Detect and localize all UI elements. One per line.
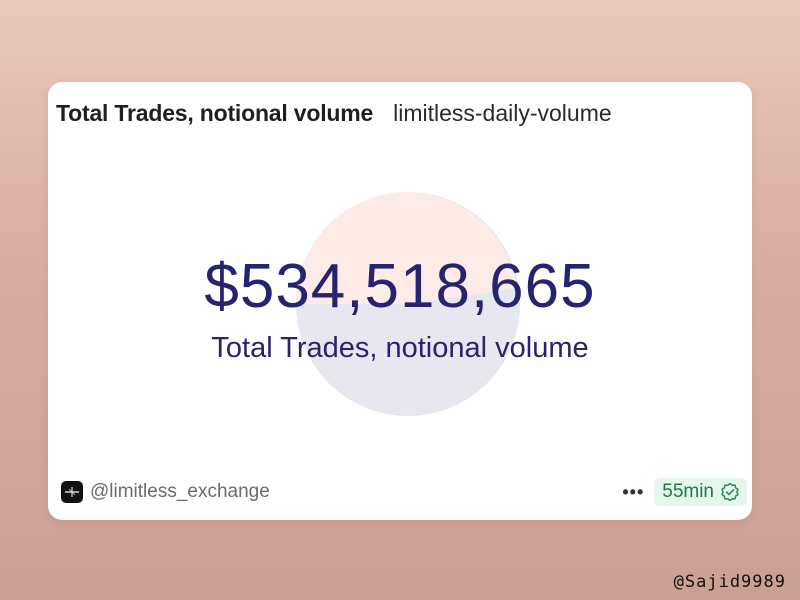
verified-check-icon [720, 482, 740, 502]
query-name[interactable]: limitless-daily-volume [393, 100, 612, 127]
limitless-logo-icon[interactable] [61, 481, 83, 503]
counter-label: Total Trades, notional volume [211, 332, 589, 364]
card-title: Total Trades, notional volume [56, 100, 374, 126]
author-link[interactable]: @limitless_exchange [90, 481, 270, 503]
more-options-button[interactable]: ••• [622, 482, 644, 503]
freshness-badge[interactable]: 55min [654, 478, 747, 506]
card-footer: @limitless_exchange ••• 55min [61, 476, 747, 508]
counter-value: $534,518,665 [204, 252, 596, 321]
freshness-text: 55min [662, 481, 714, 502]
visualization-card: Total Trades, notional volume limitless-… [48, 82, 752, 520]
watermark-text: @Sajid9989 [673, 572, 786, 592]
counter-widget: $534,518,665 Total Trades, notional volu… [48, 252, 752, 366]
card-header: Total Trades, notional volume limitless-… [56, 100, 612, 127]
